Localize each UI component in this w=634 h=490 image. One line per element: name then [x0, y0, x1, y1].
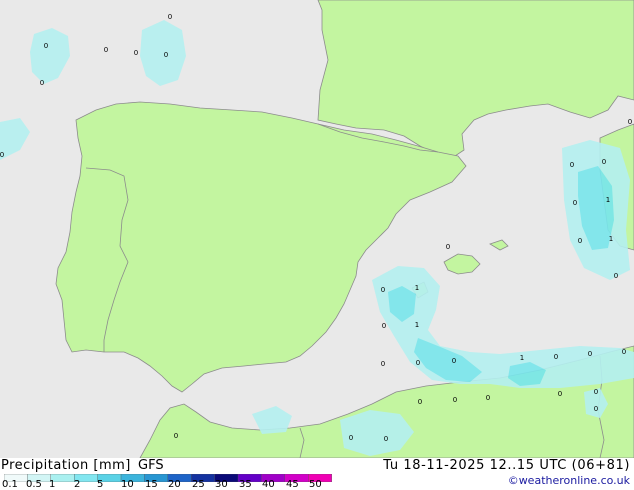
precip-marker: 0 [40, 79, 44, 87]
precip-marker: 0 [453, 396, 457, 404]
model-name: GFS [138, 458, 164, 473]
precip-marker: 0 [381, 286, 385, 294]
precipitation-map: 0 0 0 0 0 0 0 0 0 0 1 0 0 0 1 1 0 0 0 1 … [0, 0, 634, 458]
scale-tick-label: 30 [215, 479, 228, 490]
precip-marker: 1 [520, 354, 524, 362]
precip-marker: 0 [416, 359, 420, 367]
precip-marker: 1 [606, 196, 610, 204]
precip-marker: 0 [628, 118, 632, 126]
scale-tick-label: 0.5 [26, 479, 42, 490]
precip-marker: 0 [622, 348, 626, 356]
scale-tick-label: 5 [97, 479, 104, 490]
forecast-datetime: Tu 18-11-2025 12..15 UTC (06+81) [383, 458, 630, 473]
scale-tick-label: 20 [168, 479, 181, 490]
precip-marker: 0 [452, 357, 456, 365]
precip-marker: 0 [594, 388, 598, 396]
precip-marker: 0 [578, 237, 582, 245]
precip-marker: 0 [570, 161, 574, 169]
precip-marker: 0 [573, 199, 577, 207]
scale-tick-label: 0.1 [2, 479, 18, 490]
scale-tick-label: 40 [262, 479, 275, 490]
scale-tick-label: 2 [74, 479, 81, 490]
precip-marker: 0 [44, 42, 48, 50]
precip-marker: 0 [554, 353, 558, 361]
precip-marker: 0 [418, 398, 422, 406]
precip-marker: 0 [168, 13, 172, 21]
precip-marker: 0 [381, 360, 385, 368]
scale-tick-label: 1 [49, 479, 56, 490]
precip-marker: 0 [164, 51, 168, 59]
precip-marker: 0 [0, 151, 4, 159]
scale-tick-label: 25 [192, 479, 205, 490]
precip-marker: 1 [609, 235, 613, 243]
credit-link[interactable]: ©weatheronline.co.uk [508, 474, 630, 487]
precip-marker: 0 [134, 49, 138, 57]
precip-marker: 1 [415, 284, 419, 292]
precip-marker: 0 [588, 350, 592, 358]
precip-marker: 1 [415, 321, 419, 329]
scale-tick-label: 10 [121, 479, 134, 490]
legend-footer: Precipitation [mm] GFS Tu 18-11-2025 12.… [0, 458, 634, 490]
precip-marker: 0 [104, 46, 108, 54]
precip-marker: 0 [614, 272, 618, 280]
precip-marker: 0 [384, 435, 388, 443]
precip-marker: 0 [594, 405, 598, 413]
scale-tick-label: 50 [309, 479, 322, 490]
precip-marker: 0 [602, 158, 606, 166]
scale-tick-label: 45 [286, 479, 299, 490]
precip-marker: 0 [558, 390, 562, 398]
precip-marker: 0 [486, 394, 490, 402]
precip-marker: 0 [382, 322, 386, 330]
precip-marker: 0 [349, 434, 353, 442]
precip-marker: 0 [446, 243, 450, 251]
scale-tick-label: 15 [145, 479, 158, 490]
map-title: Precipitation [mm] [1, 458, 131, 473]
scale-tick-label: 35 [239, 479, 252, 490]
precip-marker: 0 [174, 432, 178, 440]
